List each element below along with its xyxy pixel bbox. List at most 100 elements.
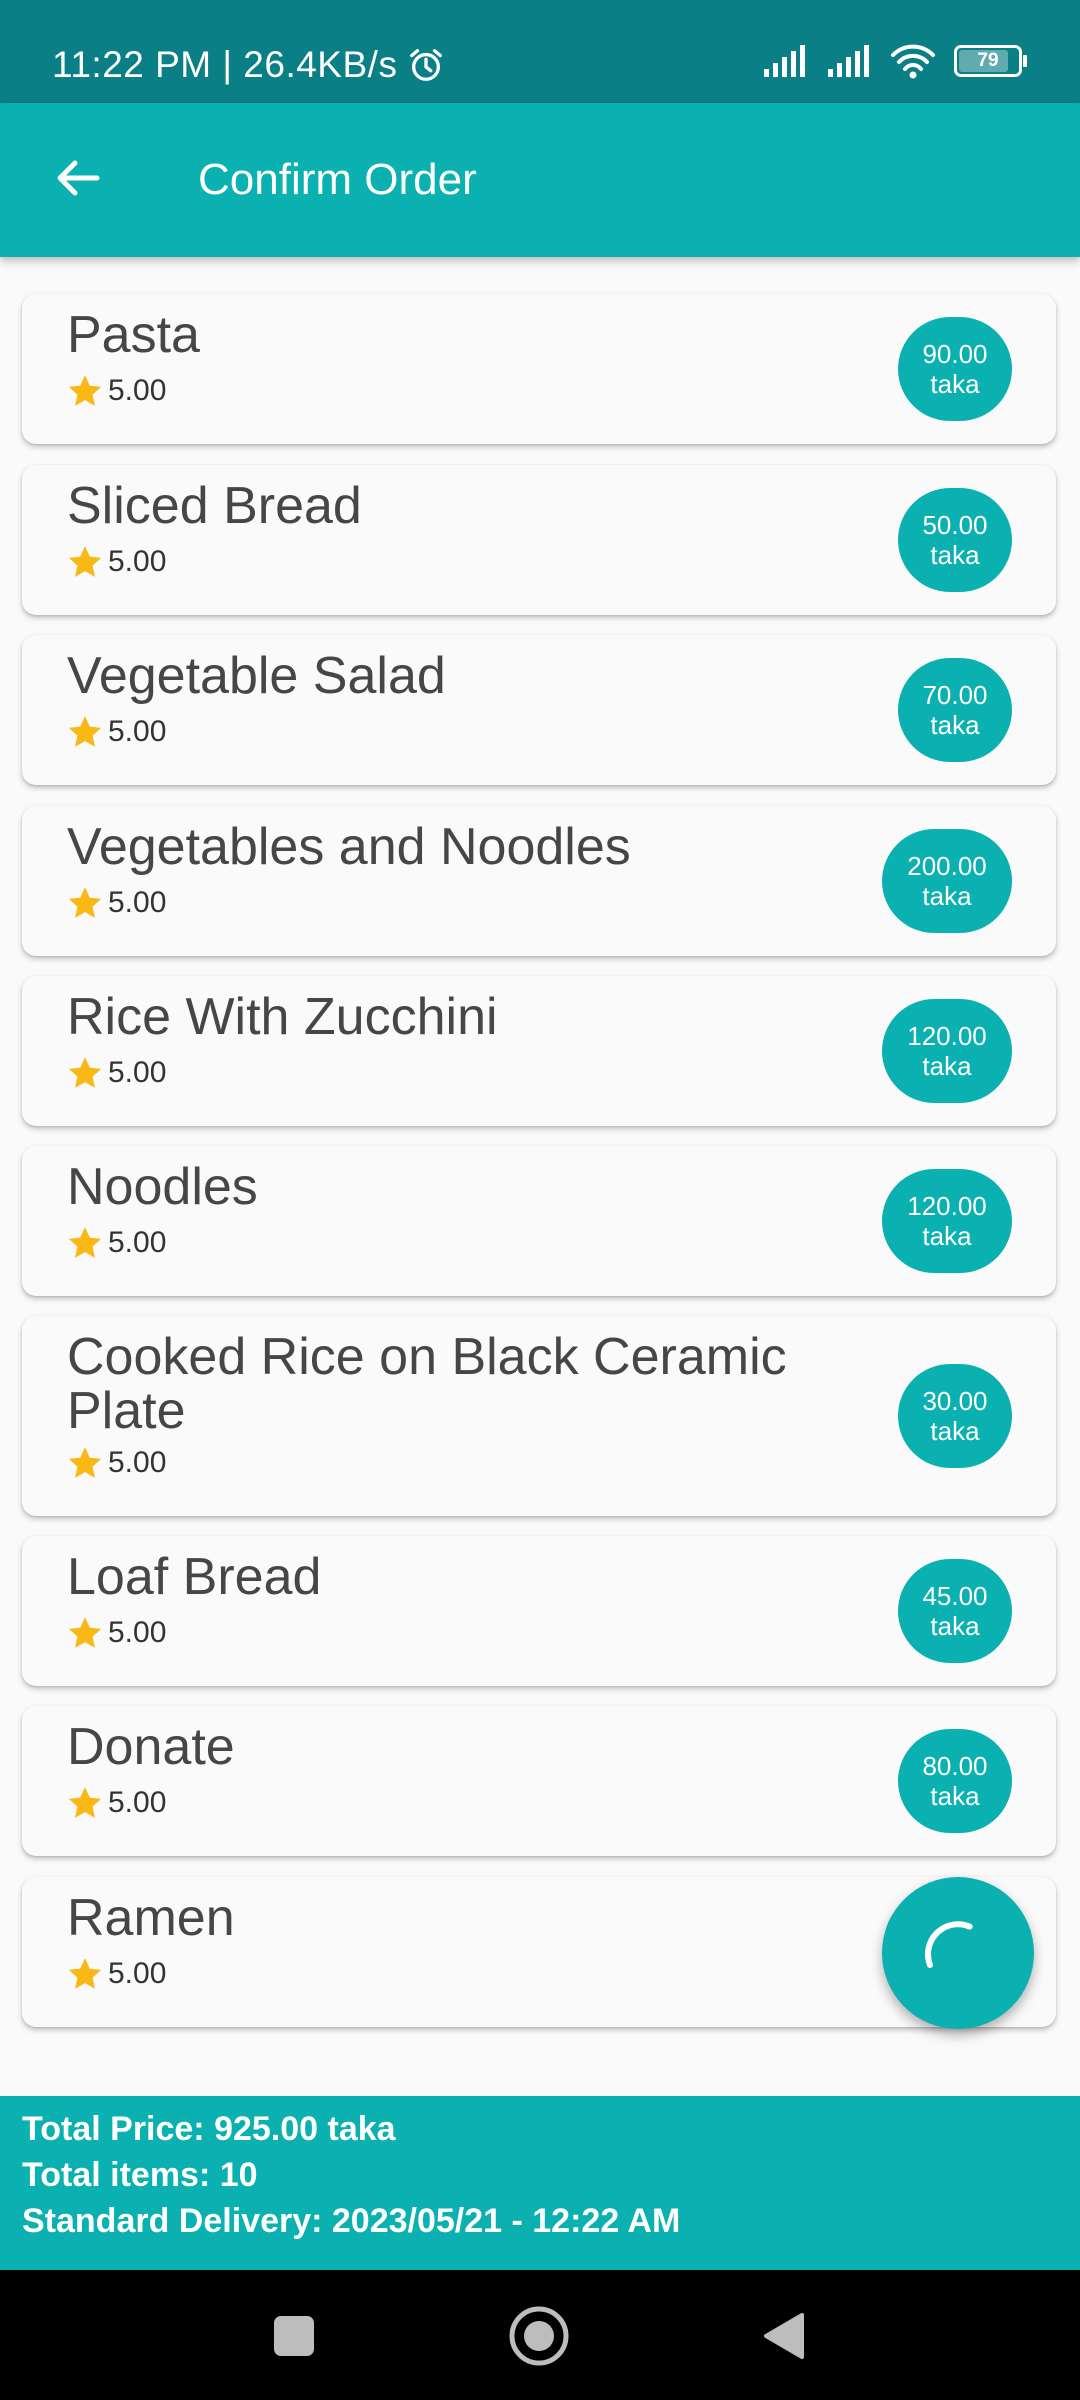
star-icon <box>66 372 104 410</box>
home-circle-icon <box>509 2306 569 2366</box>
rating-value: 5.00 <box>108 1226 167 1259</box>
list-item[interactable]: Vegetables and Noodles 5.00 200.00 taka <box>22 806 1056 956</box>
item-rating: 5.00 <box>66 543 166 581</box>
item-name: Pasta <box>67 306 200 364</box>
price-value: 200.00 <box>907 851 987 881</box>
list-item[interactable]: Vegetable Salad 5.00 70.00 taka <box>22 635 1056 785</box>
price-badge: 70.00 taka <box>898 658 1012 762</box>
list-item[interactable]: Noodles 5.00 120.00 taka <box>22 1146 1056 1296</box>
item-rating: 5.00 <box>66 1784 166 1822</box>
item-rating: 5.00 <box>66 1224 166 1262</box>
item-name: Rice With Zucchini <box>67 988 498 1046</box>
rating-value: 5.00 <box>108 1957 167 1990</box>
price-value: 120.00 <box>907 1191 987 1221</box>
rating-value: 5.00 <box>108 1616 167 1649</box>
signal-icon <box>762 43 812 79</box>
star-icon <box>66 1224 104 1262</box>
item-rating: 5.00 <box>66 1444 166 1482</box>
price-unit: taka <box>930 369 980 399</box>
app-bar: Confirm Order <box>0 103 1080 257</box>
triangle-back-icon <box>764 2313 804 2359</box>
rating-value: 5.00 <box>108 1056 167 1089</box>
back-button[interactable] <box>48 148 108 208</box>
price-badge: 200.00 taka <box>882 829 1012 933</box>
price-value: 80.00 <box>922 1751 988 1781</box>
battery-level: 79 <box>977 50 999 71</box>
price-badge: 120.00 taka <box>882 1169 1012 1273</box>
delivery-time: Standard Delivery: 2023/05/21 - 12:22 AM <box>22 2202 681 2240</box>
price-unit: taka <box>930 710 980 740</box>
price-unit: taka <box>930 1416 980 1446</box>
price-badge: 120.00 taka <box>882 999 1012 1103</box>
system-nav-bar <box>0 2270 1080 2400</box>
price-value: 45.00 <box>922 1581 988 1611</box>
price-value: 120.00 <box>907 1021 987 1051</box>
star-icon <box>66 543 104 581</box>
arrow-left-icon <box>57 160 100 196</box>
price-unit: taka <box>930 1611 980 1641</box>
list-item[interactable]: Rice With Zucchini 5.00 120.00 taka <box>22 976 1056 1126</box>
item-rating: 5.00 <box>66 713 166 751</box>
item-rating: 5.00 <box>66 1054 166 1092</box>
price-value: 90.00 <box>922 339 988 369</box>
list-item[interactable]: Sliced Bread 5.00 50.00 taka <box>22 465 1056 615</box>
list-item[interactable]: Loaf Bread 5.00 45.00 taka <box>22 1536 1056 1686</box>
item-rating: 5.00 <box>66 1614 166 1652</box>
recents-button[interactable] <box>262 2304 326 2368</box>
order-summary: Total Price: 925.00 taka Total items: 10… <box>0 2096 1080 2270</box>
rating-value: 5.00 <box>108 715 167 748</box>
item-name: Donate <box>67 1718 235 1776</box>
price-unit: taka <box>930 540 980 570</box>
star-icon <box>66 884 104 922</box>
rating-value: 5.00 <box>108 545 167 578</box>
loading-spinner-icon <box>925 1921 991 1968</box>
rating-value: 5.00 <box>108 374 167 407</box>
price-value: 30.00 <box>922 1386 988 1416</box>
price-badge: 45.00 taka <box>898 1559 1012 1663</box>
item-name: Ramen <box>67 1889 235 1947</box>
status-time-speed: 11:22 PM | 26.4KB/s <box>52 44 398 85</box>
item-name: Loaf Bread <box>67 1548 322 1606</box>
alarm-icon <box>407 46 445 84</box>
item-name: Cooked Rice on Black Ceramic Plate <box>67 1328 787 1440</box>
total-price: Total Price: 925.00 taka <box>22 2110 396 2148</box>
star-icon <box>66 1054 104 1092</box>
signal-icon <box>826 43 876 79</box>
list-item[interactable]: Donate 5.00 80.00 taka <box>22 1706 1056 1856</box>
price-badge: 30.00 taka <box>898 1364 1012 1468</box>
item-name: Noodles <box>67 1158 258 1216</box>
price-badge: 50.00 taka <box>898 488 1012 592</box>
status-bar: 11:22 PM | 26.4KB/s 79 <box>0 0 1080 103</box>
item-name: Vegetables and Noodles <box>67 818 631 876</box>
item-rating: 5.00 <box>66 1955 166 1993</box>
price-badge: 90.00 taka <box>898 317 1012 421</box>
item-name: Sliced Bread <box>67 477 362 535</box>
star-icon <box>66 1955 104 1993</box>
star-icon <box>66 713 104 751</box>
price-value: 70.00 <box>922 680 988 710</box>
star-icon <box>66 1614 104 1652</box>
status-right: 79 <box>762 42 1027 80</box>
home-button[interactable] <box>507 2304 571 2368</box>
place-order-fab[interactable] <box>882 1877 1034 2029</box>
page-title: Confirm Order <box>198 155 477 204</box>
price-unit: taka <box>922 881 972 911</box>
battery-icon: 79 <box>954 45 1027 77</box>
price-unit: taka <box>922 1051 972 1081</box>
price-value: 50.00 <box>922 510 988 540</box>
item-rating: 5.00 <box>66 372 166 410</box>
item-rating: 5.00 <box>66 884 166 922</box>
rating-value: 5.00 <box>108 1786 167 1819</box>
status-left: 11:22 PM | 26.4KB/s <box>52 44 445 86</box>
price-unit: taka <box>930 1781 980 1811</box>
price-unit: taka <box>922 1221 972 1251</box>
wifi-icon <box>890 42 936 80</box>
rating-value: 5.00 <box>108 886 167 919</box>
total-items: Total items: 10 <box>22 2156 258 2194</box>
price-badge: 80.00 taka <box>898 1729 1012 1833</box>
list-item[interactable]: Pasta 5.00 90.00 taka <box>22 294 1056 444</box>
back-nav-button[interactable] <box>752 2304 816 2368</box>
star-icon <box>66 1784 104 1822</box>
square-icon <box>274 2316 314 2356</box>
list-item[interactable]: Cooked Rice on Black Ceramic Plate 5.00 … <box>22 1316 1056 1516</box>
